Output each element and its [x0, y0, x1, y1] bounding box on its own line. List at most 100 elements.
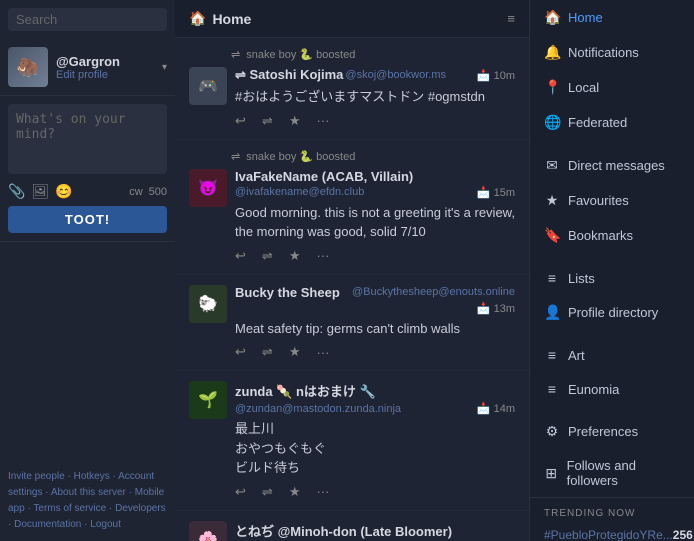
more-button[interactable]: ···	[316, 345, 329, 360]
post-avatar: 🌸	[189, 521, 227, 541]
post-actions: ↩ ⇌ ★ ···	[235, 248, 515, 264]
post-author-name: IvaFakeName (ACAB, Villain)	[235, 169, 413, 184]
attach-icon[interactable]: 📎	[8, 183, 25, 200]
nav-item-notifications[interactable]: 🔔 Notifications	[530, 35, 694, 70]
post-author-name: ⇌ Satoshi Kojima	[235, 67, 343, 83]
nav-item-local[interactable]: 📍 Local	[530, 70, 694, 105]
trending-label: TRENDING NOW	[544, 508, 680, 519]
cw-label[interactable]: cw	[129, 186, 142, 198]
footer-dev[interactable]: Developers	[115, 503, 166, 514]
boost-button[interactable]: ⇌	[262, 344, 273, 360]
star-icon: ★	[544, 192, 560, 209]
boost-button[interactable]: ⇌	[262, 113, 273, 129]
directory-icon: 👤	[544, 304, 560, 321]
compose-textarea[interactable]	[8, 104, 167, 174]
post: ⇌ snake boy 🐍 boosted 😈 IvaFakeName (ACA…	[175, 140, 529, 275]
nav-item-follows[interactable]: ⊞ Follows and followers	[530, 449, 694, 497]
nav-label: Federated	[568, 115, 627, 130]
search-input[interactable]	[16, 12, 175, 27]
favourite-button[interactable]: ★	[289, 484, 301, 500]
posts-container: ⇌ snake boy 🐍 boosted 🎮 ⇌ Satoshi Kojima…	[175, 38, 529, 541]
local-icon: 📍	[544, 79, 560, 96]
profile-info: @Gargron Edit profile	[56, 54, 154, 81]
footer-logout[interactable]: Logout	[90, 519, 121, 530]
home-icon: 🏠	[189, 10, 206, 27]
chevron-down-icon[interactable]: ▾	[162, 62, 167, 73]
image-icon[interactable]: 🖼	[31, 183, 49, 200]
nav-label: Follows and followers	[567, 458, 680, 488]
more-button[interactable]: ···	[316, 113, 329, 128]
footer-about[interactable]: About this server	[51, 487, 126, 498]
more-button[interactable]: ···	[316, 248, 329, 263]
post-header: 🌱 zunda 🍡 nはおまけ 🔧 @zundan@mastodon.zunda…	[189, 381, 515, 500]
nav-label: Favourites	[568, 193, 629, 208]
profile-edit-link[interactable]: Edit profile	[56, 69, 154, 81]
post-actions: ↩ ⇌ ★ ···	[235, 113, 515, 129]
post-author-acct: @zundan@mastodon.zunda.ninja	[235, 403, 401, 415]
toot-button[interactable]: TOOT!	[8, 206, 167, 233]
post-author-line: Bucky the Sheep @Buckythesheep@enouts.on…	[235, 285, 515, 315]
nav-label: Direct messages	[568, 158, 665, 173]
post-author-name: とねぢ @Minoh-don (Late Bloomer)	[235, 521, 452, 540]
post-content: Meat safety tip: germs can't climb walls	[235, 319, 515, 339]
search-bar[interactable]: 🔍	[8, 8, 167, 31]
profile-name: @Gargron	[56, 54, 154, 69]
boost-by: snake boy 🐍 boosted	[246, 150, 355, 163]
reply-button[interactable]: ↩	[235, 344, 246, 360]
reply-button[interactable]: ↩	[235, 113, 246, 129]
avatar: 🦣	[8, 47, 48, 87]
post-content: Good morning. this is not a greeting it'…	[235, 203, 515, 242]
favourite-button[interactable]: ★	[289, 344, 301, 360]
feed-title-text: Home	[212, 11, 251, 27]
nav-item-eunomia[interactable]: ≡ Eunomia	[530, 372, 694, 406]
reply-button[interactable]: ↩	[235, 484, 246, 500]
more-button[interactable]: ···	[316, 484, 329, 499]
favourite-button[interactable]: ★	[289, 248, 301, 264]
feed-settings-icon[interactable]: ≡	[507, 11, 515, 26]
right-sidebar: 🏠 Home 🔔 Notifications 📍 Local 🌐 Federat…	[529, 0, 694, 541]
post-author-acct: @ivafakename@efdn.club	[235, 186, 364, 198]
post-boost: ⇌ snake boy 🐍 boosted	[231, 150, 515, 163]
gear-icon: ⚙	[544, 423, 560, 440]
trending-item: #PuebloProtegidoYRe... 256	[544, 525, 680, 541]
profile-section: 🦣 @Gargron Edit profile ▾	[0, 39, 175, 96]
boost-button[interactable]: ⇌	[262, 248, 273, 264]
nav-item-direct[interactable]: ✉ Direct messages	[530, 148, 694, 183]
footer-invite[interactable]: Invite people	[8, 471, 65, 482]
post-meta: IvaFakeName (ACAB, Villain) @ivafakename…	[235, 169, 515, 264]
boost-button[interactable]: ⇌	[262, 484, 273, 500]
nav-item-profile-directory[interactable]: 👤 Profile directory	[530, 295, 694, 330]
nav-label: Local	[568, 80, 599, 95]
footer-terms[interactable]: Terms of service	[33, 503, 106, 514]
lists-icon: ≡	[544, 270, 560, 286]
post-meta: ⇌ Satoshi Kojima @skoj@bookwor.ms 📩 10m …	[235, 67, 515, 129]
post-header: 😈 IvaFakeName (ACAB, Villain) @ivafakena…	[189, 169, 515, 264]
nav-item-art[interactable]: ≡ Art	[530, 338, 694, 372]
compose-area: 📎 🖼 😊 cw 500 TOOT!	[0, 96, 175, 242]
nav-item-bookmarks[interactable]: 🔖 Bookmarks	[530, 218, 694, 253]
reply-button[interactable]: ↩	[235, 248, 246, 264]
nav-item-federated[interactable]: 🌐 Federated	[530, 105, 694, 140]
nav-item-lists[interactable]: ≡ Lists	[530, 261, 694, 295]
post-meta: とねぢ @Minoh-don (Late Bloomer) @tonegi@mi…	[235, 521, 515, 541]
post: ⇌ snake boy 🐍 boosted 🎮 ⇌ Satoshi Kojima…	[175, 38, 529, 140]
char-count: 500	[149, 186, 167, 198]
trending-section: TRENDING NOW #PuebloProtegidoYRe... 256 …	[530, 497, 694, 541]
post-actions: ↩ ⇌ ★ ···	[235, 484, 515, 500]
emoji-icon[interactable]: 😊	[55, 183, 72, 200]
nav-item-home[interactable]: 🏠 Home	[530, 0, 694, 35]
post-time: 📩 14m	[477, 402, 515, 415]
nav-item-favourites[interactable]: ★ Favourites	[530, 183, 694, 218]
left-footer: Invite people · Hotkeys · Account settin…	[0, 461, 175, 541]
home-icon: 🏠	[544, 9, 560, 26]
feed-header: 🏠 Home ≡	[175, 0, 529, 38]
trending-tag[interactable]: #PuebloProtegidoYRe...	[544, 528, 673, 541]
footer-hotkeys[interactable]: Hotkeys	[74, 471, 110, 482]
favourite-button[interactable]: ★	[289, 113, 301, 129]
nav-item-preferences[interactable]: ⚙ Preferences	[530, 414, 694, 449]
boost-by: snake boy 🐍 boosted	[246, 48, 355, 61]
post-avatar: 🐑	[189, 285, 227, 323]
footer-docs[interactable]: Documentation	[14, 519, 81, 530]
post-actions: ↩ ⇌ ★ ···	[235, 344, 515, 360]
post-avatar: 😈	[189, 169, 227, 207]
